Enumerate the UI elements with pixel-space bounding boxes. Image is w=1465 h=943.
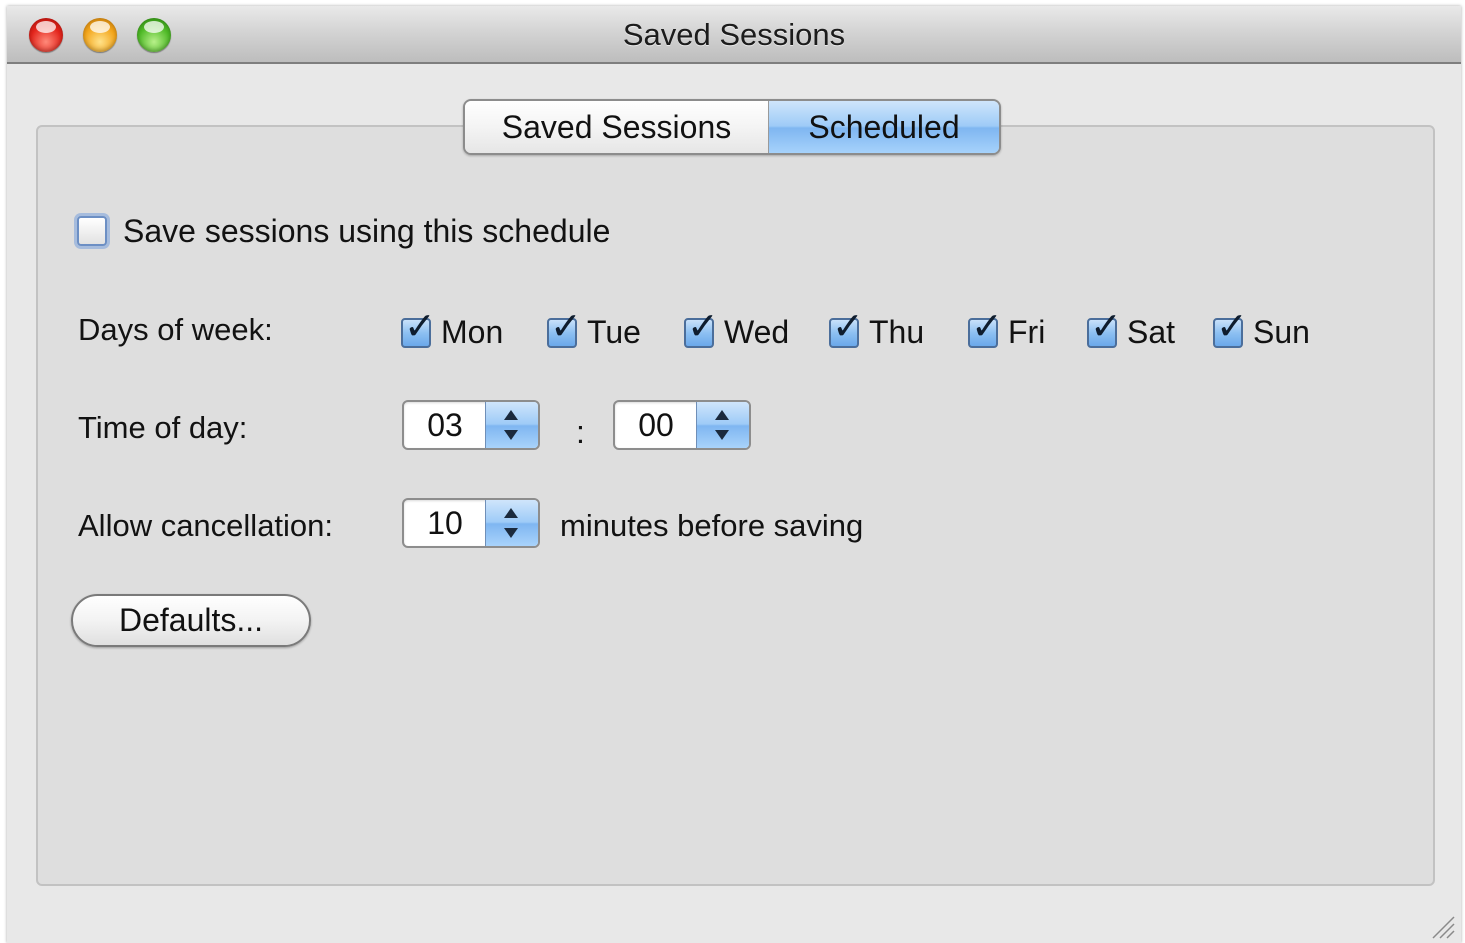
enable-schedule-checkbox[interactable] xyxy=(77,216,107,246)
day-sun-checkbox[interactable]: ✓ xyxy=(1213,308,1248,348)
tab-saved-sessions[interactable]: Saved Sessions xyxy=(465,101,769,153)
time-separator: : xyxy=(576,414,585,450)
hour-stepper[interactable]: 03 xyxy=(402,400,540,450)
defaults-button[interactable]: Defaults... xyxy=(71,594,311,647)
hour-value[interactable]: 03 xyxy=(404,402,486,448)
title-bar[interactable]: Saved Sessions xyxy=(7,6,1461,64)
checkmark-icon: ✓ xyxy=(971,306,1003,348)
checkmark-icon: ✓ xyxy=(404,306,436,348)
day-sun-label[interactable]: Sun xyxy=(1253,314,1310,351)
day-sat-checkbox[interactable]: ✓ xyxy=(1087,308,1122,348)
minute-stepper[interactable]: 00 xyxy=(613,400,751,450)
tab-bar: Saved Sessions Scheduled xyxy=(463,99,1001,155)
checkmark-icon: ✓ xyxy=(550,306,582,348)
resize-grip-icon[interactable] xyxy=(1429,913,1455,939)
day-tue-label[interactable]: Tue xyxy=(587,314,641,351)
checkmark-icon: ✓ xyxy=(687,306,719,348)
checkmark-icon: ✓ xyxy=(1090,306,1122,348)
decrement-icon[interactable] xyxy=(715,430,729,440)
increment-icon[interactable] xyxy=(715,410,729,420)
cancellation-minutes-value[interactable]: 10 xyxy=(404,500,486,546)
time-of-day-label: Time of day: xyxy=(78,410,248,445)
checkmark-icon: ✓ xyxy=(832,306,864,348)
minute-stepper-arrows[interactable] xyxy=(696,402,749,448)
checkmark-icon: ✓ xyxy=(1216,306,1248,348)
increment-icon[interactable] xyxy=(504,410,518,420)
decrement-icon[interactable] xyxy=(504,528,518,538)
decrement-icon[interactable] xyxy=(504,430,518,440)
increment-icon[interactable] xyxy=(504,508,518,518)
day-sat-label[interactable]: Sat xyxy=(1127,314,1175,351)
cancellation-stepper-arrows[interactable] xyxy=(485,500,538,546)
window-title: Saved Sessions xyxy=(622,17,846,52)
day-tue-checkbox[interactable]: ✓ xyxy=(547,308,582,348)
tab-scheduled[interactable]: Scheduled xyxy=(769,101,999,153)
day-fri-label[interactable]: Fri xyxy=(1008,314,1045,351)
day-thu-label[interactable]: Thu xyxy=(869,314,924,351)
cancellation-minutes-stepper[interactable]: 10 xyxy=(402,498,540,548)
hour-stepper-arrows[interactable] xyxy=(485,402,538,448)
enable-schedule-label[interactable]: Save sessions using this schedule xyxy=(123,213,610,250)
day-thu-checkbox[interactable]: ✓ xyxy=(829,308,864,348)
day-mon-checkbox[interactable]: ✓ xyxy=(401,308,436,348)
day-fri-checkbox[interactable]: ✓ xyxy=(968,308,1003,348)
day-wed-label[interactable]: Wed xyxy=(724,314,789,351)
day-wed-checkbox[interactable]: ✓ xyxy=(684,308,719,348)
minute-value[interactable]: 00 xyxy=(615,402,697,448)
day-mon-label[interactable]: Mon xyxy=(441,314,503,351)
saved-sessions-window: Saved Sessions Saved Sessions Scheduled … xyxy=(7,6,1461,943)
days-of-week-label: Days of week: xyxy=(78,312,273,347)
cancellation-suffix-label: minutes before saving xyxy=(560,508,864,543)
allow-cancellation-label: Allow cancellation: xyxy=(78,508,334,543)
